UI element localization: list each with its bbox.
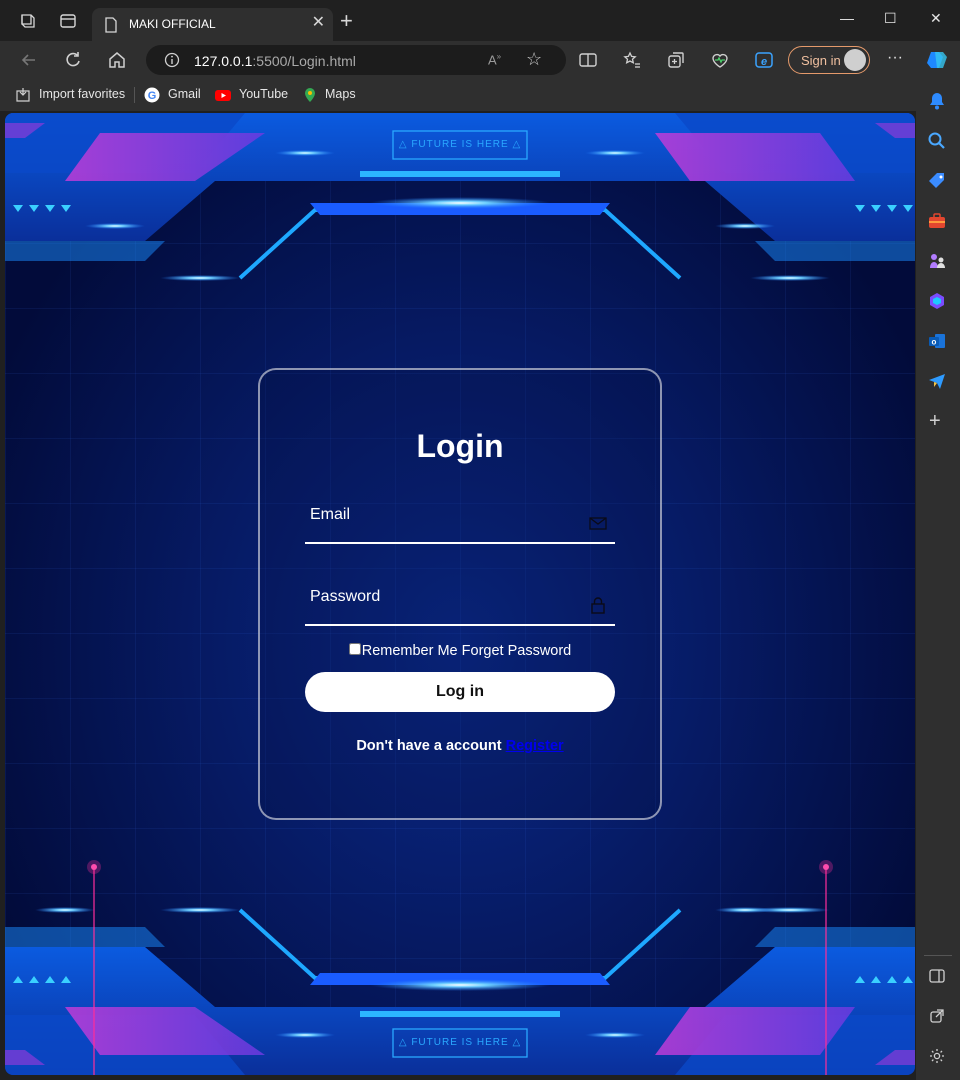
svg-text:e: e <box>761 56 767 68</box>
settings-icon[interactable] <box>928 1047 946 1065</box>
url-text: 127.0.0.1:5500/Login.html <box>194 53 356 69</box>
favorite-youtube[interactable]: YouTube <box>239 87 288 101</box>
favorites-bar: Import favorites G Gmail YouTube Maps <box>0 79 960 111</box>
split-screen-icon[interactable] <box>578 50 598 70</box>
banner-text-top-label: FUTURE IS HERE <box>411 139 509 150</box>
address-bar[interactable]: 127.0.0.1:5500/Login.html A» ☆ <box>146 45 566 75</box>
url-path: :5500/Login.html <box>252 53 356 69</box>
new-tab-icon[interactable]: + <box>340 10 353 32</box>
remember-checkbox[interactable] <box>348 643 361 655</box>
password-field-wrapper <box>305 584 615 626</box>
bell-icon[interactable] <box>927 91 947 111</box>
page-viewport: △ FUTURE IS HERE △ △ FUTURE IS HERE △ Lo… <box>5 113 915 1075</box>
minimize-icon[interactable]: — <box>840 10 854 26</box>
url-host: 127.0.0.1 <box>194 53 253 69</box>
browser-essentials-icon[interactable] <box>710 50 730 70</box>
email-field-wrapper <box>305 502 615 544</box>
maximize-icon[interactable]: ☐ <box>884 10 897 27</box>
close-tab-icon[interactable]: ✕ <box>312 15 325 31</box>
add-sidebar-app-icon[interactable]: + <box>929 411 941 431</box>
more-menu-icon[interactable]: ··· <box>887 49 903 67</box>
search-icon[interactable] <box>927 131 947 151</box>
maps-icon <box>305 88 315 102</box>
banner-text-top: △ FUTURE IS HERE △ <box>398 139 522 150</box>
register-link[interactable]: Register <box>506 738 564 754</box>
games-icon[interactable] <box>927 251 947 271</box>
mail-icon <box>589 517 607 530</box>
collections-icon[interactable] <box>666 50 686 70</box>
google-icon: G <box>144 87 160 103</box>
login-card: Login Remember Me Forget Password Log in… <box>258 368 662 820</box>
login-button[interactable]: Log in <box>305 672 615 712</box>
outlook-icon[interactable]: o <box>927 331 947 351</box>
microsoft-365-icon[interactable] <box>927 291 947 311</box>
tools-icon[interactable] <box>927 211 947 231</box>
remember-label: Remember Me Forget Password <box>361 643 572 659</box>
register-line: Don't have a account Register <box>260 738 660 754</box>
tab-actions-icon[interactable] <box>59 12 77 30</box>
send-icon[interactable] <box>927 371 947 391</box>
edge-extension-icon[interactable]: e <box>754 50 774 70</box>
import-icon <box>16 88 30 102</box>
avatar <box>844 49 866 71</box>
banner-text-bottom-label: FUTURE IS HERE <box>411 1037 509 1048</box>
info-icon[interactable] <box>164 52 180 68</box>
page-icon <box>105 17 117 33</box>
login-title: Login <box>416 428 504 464</box>
email-field[interactable] <box>310 506 580 524</box>
shopping-tag-icon[interactable] <box>927 171 947 191</box>
workspaces-icon[interactable] <box>18 12 36 30</box>
refresh-icon[interactable] <box>63 50 83 70</box>
read-aloud-icon[interactable]: A» <box>488 52 501 67</box>
youtube-icon <box>215 90 231 101</box>
tab-title: MAKI OFFICIAL <box>129 17 216 31</box>
svg-text:o: o <box>932 338 937 347</box>
sidebar-panel: o + <box>916 79 960 1080</box>
sidebar-toggle-icon[interactable] <box>928 967 946 985</box>
remember-row: Remember Me Forget Password <box>260 643 660 659</box>
copilot-icon[interactable] <box>925 48 949 72</box>
external-link-icon[interactable] <box>928 1007 946 1025</box>
favorites-icon[interactable] <box>622 50 642 70</box>
banner-text-bottom: △ FUTURE IS HERE △ <box>398 1037 522 1048</box>
sign-in-label: Sign in <box>801 53 841 68</box>
home-icon[interactable] <box>107 50 127 70</box>
svg-text:G: G <box>148 90 157 102</box>
tab-active[interactable]: MAKI OFFICIAL ✕ <box>92 8 333 41</box>
sidebar-divider <box>924 955 952 956</box>
close-window-icon[interactable]: ✕ <box>930 10 942 27</box>
favorite-maps[interactable]: Maps <box>325 87 356 101</box>
favorite-gmail[interactable]: Gmail <box>168 87 201 101</box>
favorite-star-icon[interactable]: ☆ <box>526 49 542 70</box>
password-field[interactable] <box>310 588 580 606</box>
browser-toolbar: 127.0.0.1:5500/Login.html A» ☆ e Sign in… <box>0 41 960 79</box>
lock-icon <box>591 597 605 614</box>
sign-in-button[interactable]: Sign in <box>788 46 870 74</box>
account-text: Don't have a account <box>356 738 502 754</box>
favorites-divider <box>134 87 135 103</box>
title-bar: MAKI OFFICIAL ✕ + — ☐ ✕ <box>0 0 960 41</box>
back-icon[interactable] <box>19 50 39 70</box>
favorite-import[interactable]: Import favorites <box>39 87 125 101</box>
